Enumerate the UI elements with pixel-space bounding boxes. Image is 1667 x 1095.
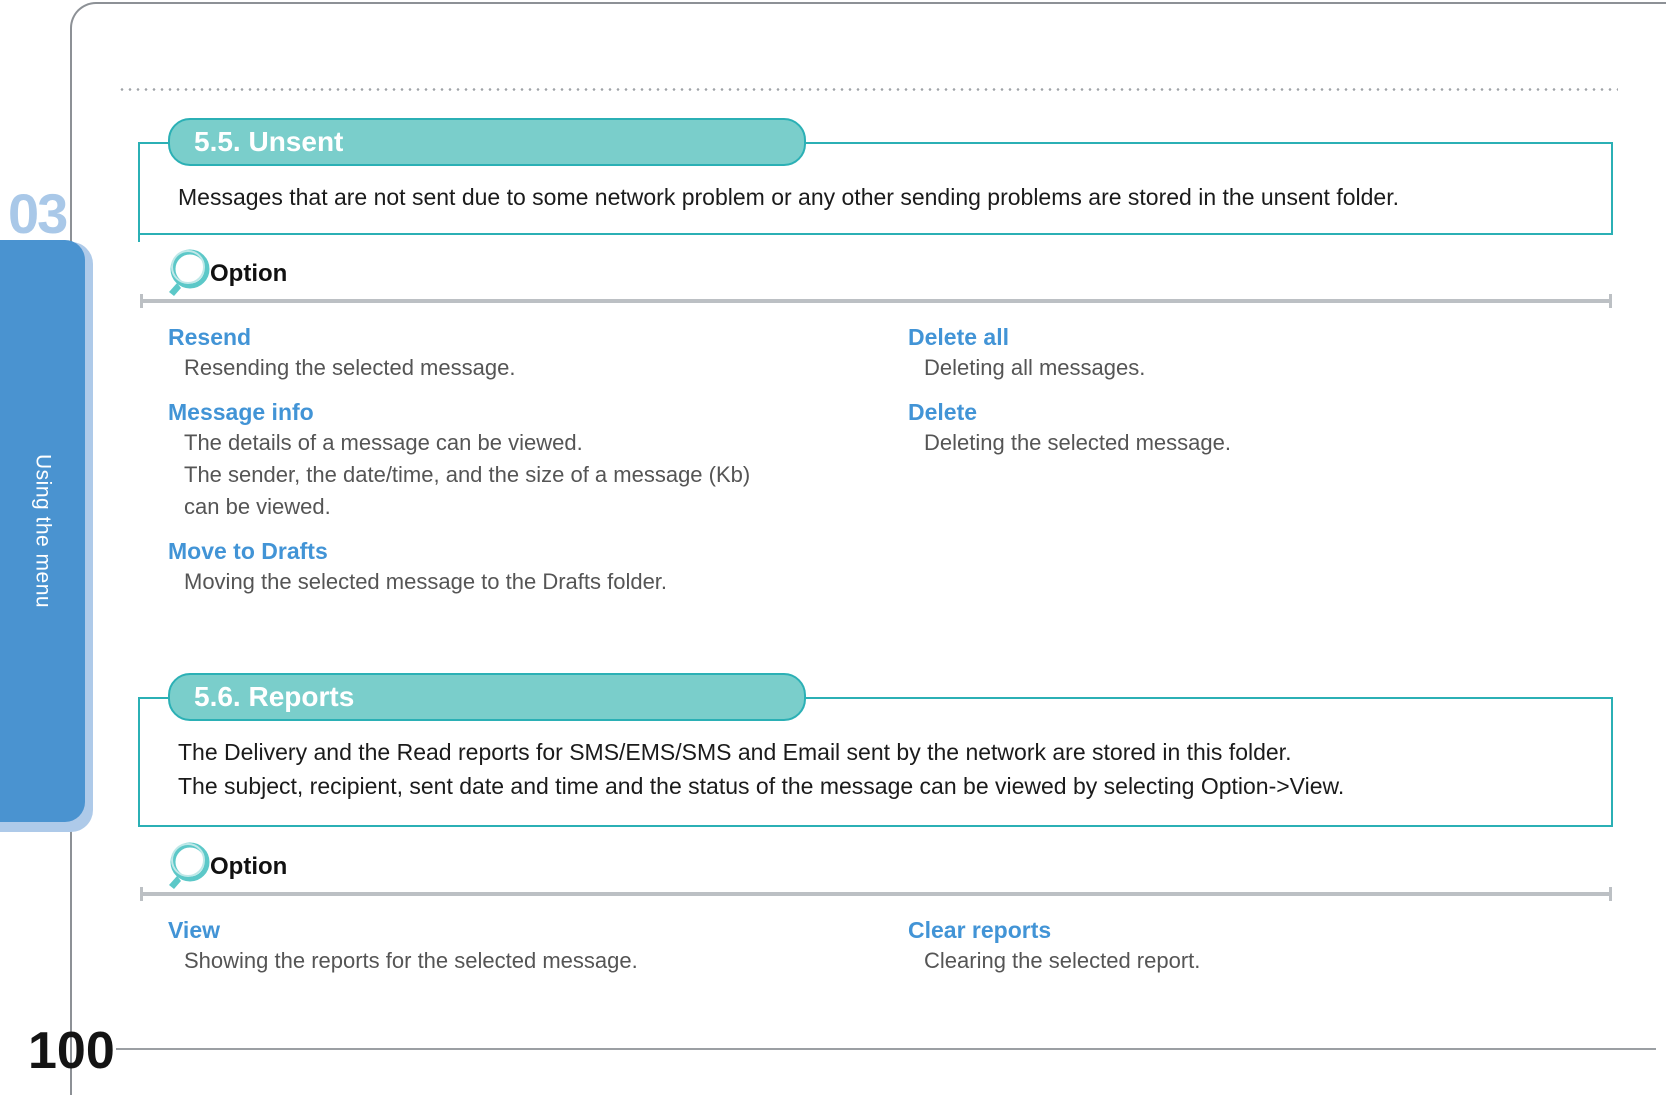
option-title: Delete: [908, 399, 978, 425]
option-desc: Moving the selected message to the Draft…: [184, 569, 668, 594]
chapter-number: 03: [8, 182, 68, 245]
section-body-line: Messages that are not sent due to some n…: [178, 184, 1399, 210]
option-label-unsent: Option: [210, 260, 288, 287]
magnifier-icon: [169, 249, 210, 296]
section-pill-reports: 5.6. Reports: [168, 673, 806, 721]
section-body-line: The subject, recipient, sent date and ti…: [178, 773, 1345, 799]
option-title: Message info: [168, 399, 314, 425]
section-pill-unsent: 5.5. Unsent: [168, 118, 806, 166]
option-title: Delete all: [908, 324, 1009, 350]
option-entry-view: View Showing the reports for the selecte…: [168, 915, 828, 977]
option-desc: The sender, the date/time, and the size …: [184, 462, 751, 487]
page-number: 100: [28, 1022, 115, 1080]
option-entry-message-info: Message info The details of a message ca…: [168, 397, 828, 523]
page-number-rule: [116, 1048, 1656, 1050]
magnifier-icon: [169, 842, 210, 889]
option-entry-clear-reports: Clear reports Clearing the selected repo…: [908, 915, 1568, 977]
option-entry-resend: Resend Resending the selected message.: [168, 322, 828, 384]
option-desc: can be viewed.: [184, 494, 331, 519]
option-title: Move to Drafts: [168, 538, 328, 564]
option-entry-delete-all: Delete all Deleting all messages.: [908, 322, 1568, 384]
option-marker-unsent: Option: [160, 248, 460, 304]
section-body-reports: The Delivery and the Read reports for SM…: [178, 735, 1598, 803]
section-title-reports: 5.6. Reports: [194, 681, 355, 712]
sidebar-chapter-tab[interactable]: Using the menu: [0, 240, 85, 822]
sidebar-chapter-tab-label: Using the menu: [31, 453, 55, 609]
option-desc: Clearing the selected report.: [924, 948, 1201, 973]
dotted-divider: [118, 88, 1618, 91]
option-entry-delete: Delete Deleting the selected message.: [908, 397, 1568, 459]
section-body-line: The Delivery and the Read reports for SM…: [178, 739, 1292, 765]
option-desc: Resending the selected message.: [184, 355, 516, 380]
option-desc: Deleting all messages.: [924, 355, 1146, 380]
section-title-unsent: 5.5. Unsent: [194, 126, 344, 157]
option-entry-move-to-drafts: Move to Drafts Moving the selected messa…: [168, 536, 828, 598]
option-desc: Showing the reports for the selected mes…: [184, 948, 638, 973]
option-title: Resend: [168, 324, 252, 350]
option-rule-unsent: [140, 294, 1612, 308]
option-desc: The details of a message can be viewed.: [184, 430, 583, 455]
option-marker-reports: Option: [160, 841, 460, 897]
section-body-unsent: Messages that are not sent due to some n…: [178, 180, 1598, 214]
option-title: View: [168, 917, 220, 943]
option-label-reports: Option: [210, 853, 288, 880]
option-desc: Deleting the selected message.: [924, 430, 1231, 455]
option-rule-reports: [140, 887, 1612, 901]
option-title: Clear reports: [908, 917, 1052, 943]
